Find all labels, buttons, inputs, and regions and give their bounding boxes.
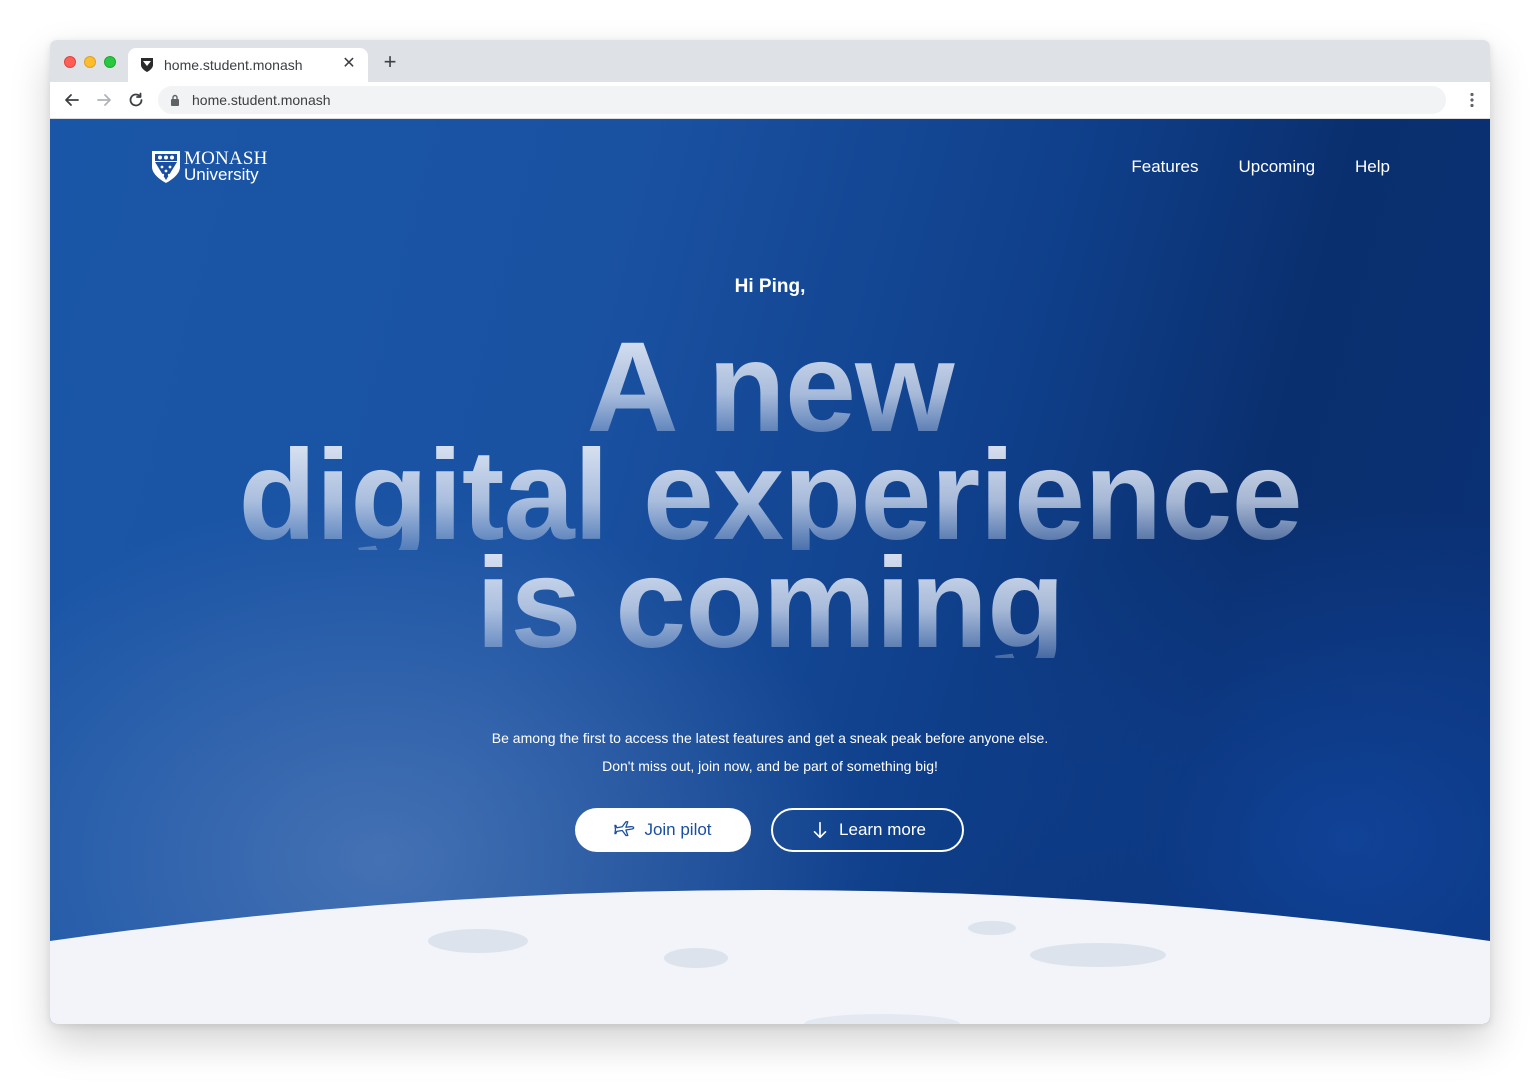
lock-icon — [171, 94, 179, 106]
join-pilot-label: Join pilot — [644, 820, 712, 839]
nav-link-upcoming[interactable]: Upcoming — [1238, 157, 1315, 177]
airplane-icon — [614, 821, 635, 837]
greeting-text: Hi Ping, — [734, 276, 806, 297]
monash-crest-icon — [141, 58, 153, 72]
tab-strip: home.student.monash ✕ + — [50, 40, 1490, 82]
reload-icon[interactable] — [127, 91, 145, 109]
close-window-button[interactable] — [64, 56, 76, 68]
learn-more-button[interactable]: Learn more — [771, 808, 964, 852]
nav-link-features[interactable]: Features — [1131, 157, 1198, 177]
monash-logo[interactable]: MONASH University — [150, 147, 280, 187]
browser-window: home.student.monash ✕ + home.student.mon… — [50, 40, 1490, 1024]
monash-crest-icon — [152, 151, 180, 183]
forward-arrow-icon[interactable] — [95, 91, 113, 109]
moon-surface-illustration — [50, 890, 1490, 1024]
new-tab-button[interactable]: + — [380, 51, 400, 73]
minimize-window-button[interactable] — [84, 56, 96, 68]
join-pilot-button[interactable]: Join pilot — [575, 808, 751, 852]
maximize-window-button[interactable] — [104, 56, 116, 68]
tab-title: home.student.monash — [164, 57, 303, 73]
hero-headline: A new digital experience is coming — [50, 324, 1490, 668]
crater — [664, 948, 728, 968]
hero-subtext-line-2: Don't miss out, join now, and be part of… — [602, 758, 938, 774]
browser-toolbar: home.student.monash — [50, 82, 1490, 119]
address-bar[interactable]: home.student.monash — [158, 86, 1446, 114]
url-text: home.student.monash — [192, 92, 331, 108]
hero-subtext-line-1: Be among the first to access the latest … — [491, 730, 1049, 746]
tab-close-icon[interactable]: ✕ — [340, 55, 358, 73]
back-arrow-icon[interactable] — [63, 91, 81, 109]
logo-university-text: University — [184, 165, 259, 184]
learn-more-label: Learn more — [839, 820, 926, 839]
crater — [968, 921, 1016, 935]
landing-page: MONASH University Features Upcoming Help… — [50, 119, 1490, 1024]
crater — [1030, 943, 1166, 967]
nav-link-help[interactable]: Help — [1355, 157, 1390, 177]
crater — [428, 929, 528, 953]
arrow-down-icon — [813, 821, 827, 839]
top-navigation: Features Upcoming Help — [1131, 157, 1390, 177]
more-options-icon[interactable] — [1470, 92, 1474, 108]
browser-tab[interactable]: home.student.monash ✕ — [128, 48, 368, 82]
